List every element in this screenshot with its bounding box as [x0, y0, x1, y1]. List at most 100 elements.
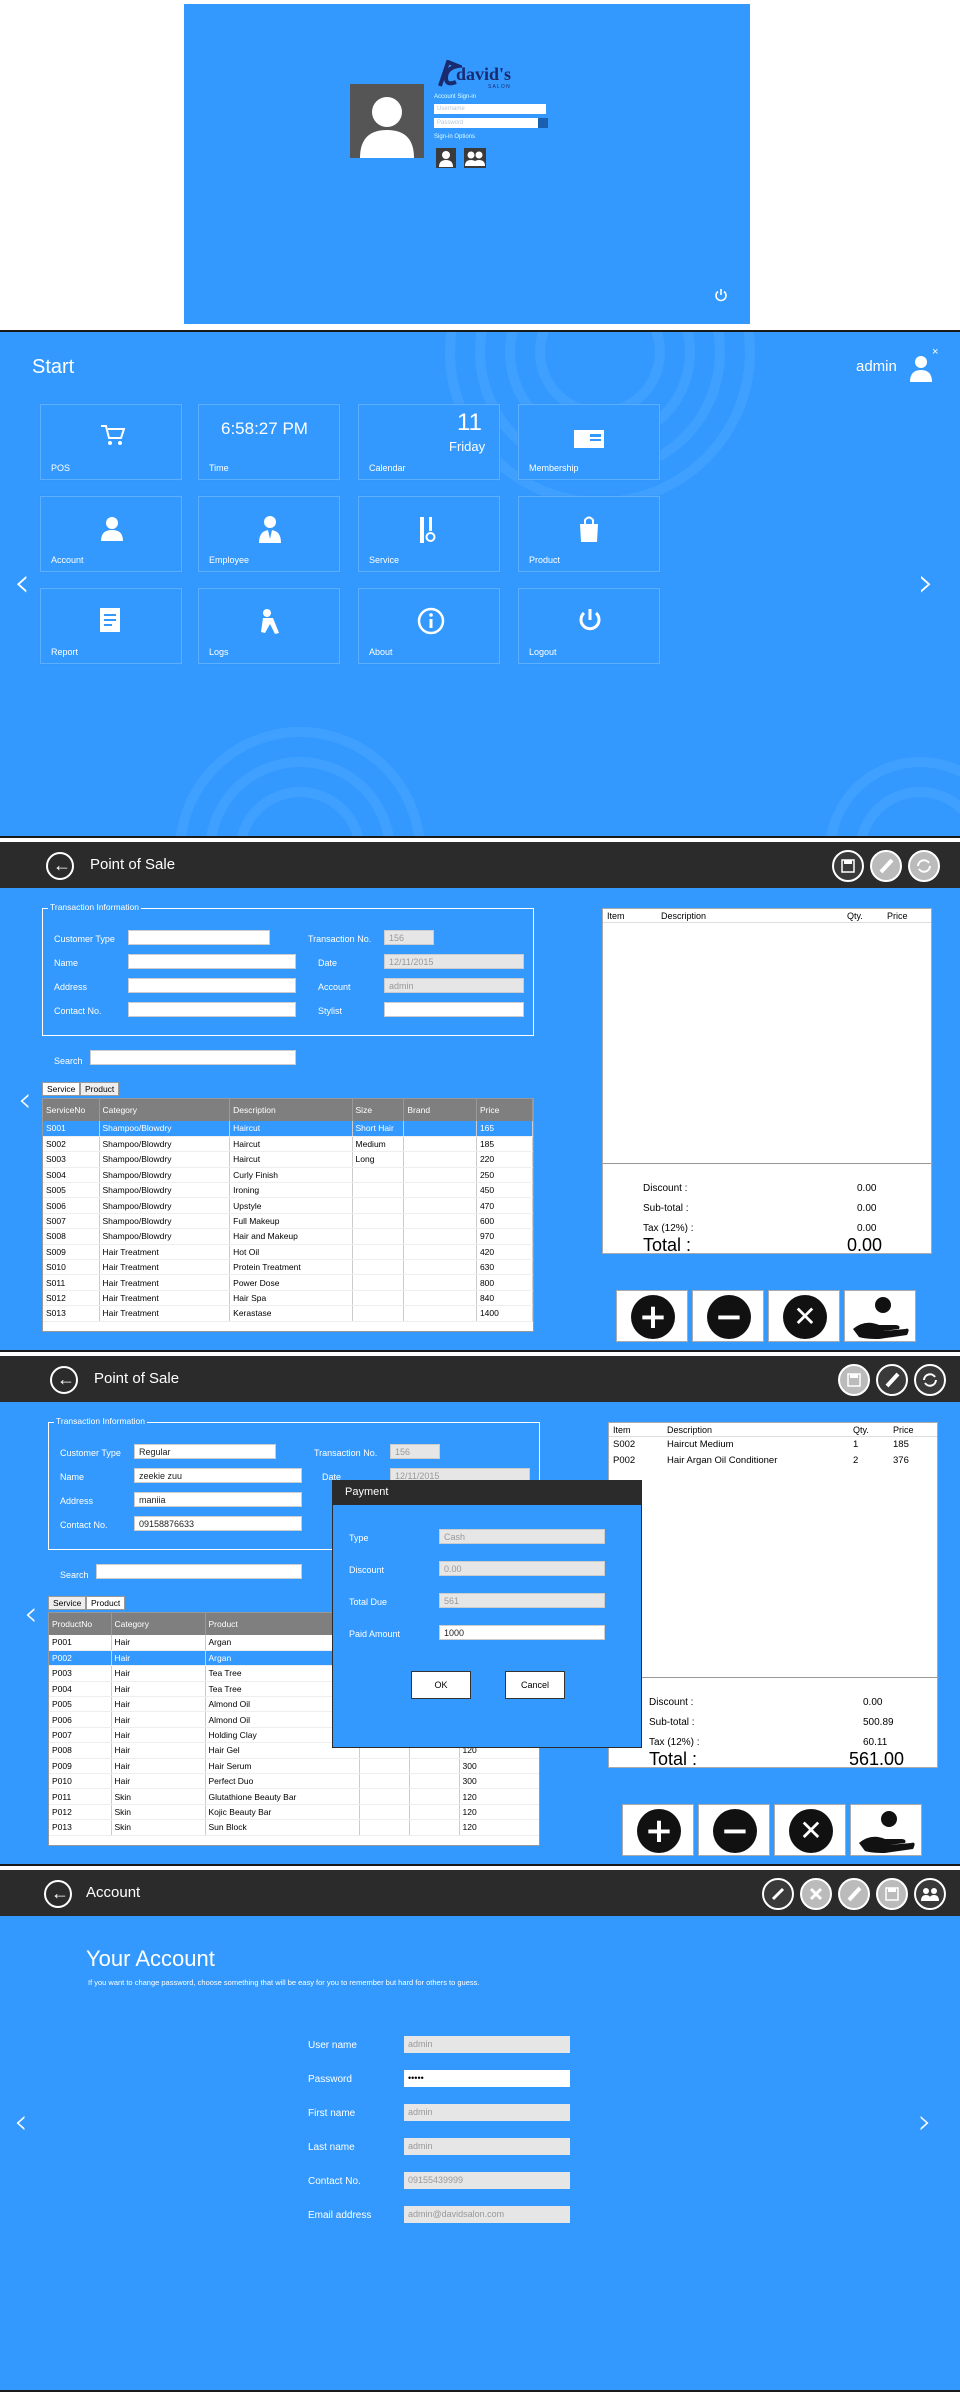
table-row[interactable]: S011 Hair Treatment Power Dose 800: [43, 1274, 533, 1291]
tab-service[interactable]: Service: [48, 1596, 87, 1610]
stylist-select[interactable]: [384, 1002, 524, 1017]
contact-input[interactable]: [128, 1002, 296, 1017]
prev-arrow[interactable]: ‹: [14, 560, 30, 606]
refresh-button[interactable]: [914, 1364, 946, 1396]
email-field[interactable]: admin@davidsalon.com: [404, 2206, 570, 2223]
prev-arrow[interactable]: ‹: [24, 1594, 38, 1634]
table-row[interactable]: P011 Skin Glutathione Beauty Bar 120: [49, 1788, 539, 1805]
remove-item-button[interactable]: −: [698, 1804, 770, 1856]
table-row[interactable]: P010 Hair Perfect Duo 300: [49, 1773, 539, 1790]
tile-logs[interactable]: Logs: [198, 588, 340, 664]
col-header[interactable]: Description: [229, 1099, 353, 1121]
ok-button[interactable]: OK: [411, 1671, 471, 1699]
next-arrow[interactable]: ›: [918, 560, 934, 606]
edit-button[interactable]: [762, 1878, 794, 1910]
name-input[interactable]: [128, 954, 296, 969]
tile-about[interactable]: About: [358, 588, 500, 664]
tab-product[interactable]: Product: [86, 1596, 126, 1610]
cancel-transaction-button[interactable]: ✕: [774, 1804, 846, 1856]
first-name-field[interactable]: admin: [404, 2104, 570, 2121]
tile-service[interactable]: Service: [358, 496, 500, 572]
paid-amount-input[interactable]: 1000: [439, 1625, 605, 1640]
table-row[interactable]: S003 Shampoo/Blowdry Haircut Long 220: [43, 1151, 533, 1168]
search-input[interactable]: [90, 1050, 296, 1065]
add-item-button[interactable]: +: [616, 1290, 688, 1342]
cancel-button[interactable]: Cancel: [505, 1671, 565, 1699]
close-icon[interactable]: ×: [932, 346, 938, 358]
back-button[interactable]: ←: [46, 852, 74, 880]
tile-calendar[interactable]: 11 Friday Calendar: [358, 404, 500, 480]
col-header[interactable]: Price: [476, 1099, 533, 1121]
cancel-transaction-button[interactable]: ✕: [768, 1290, 840, 1342]
contact-field[interactable]: 09155439999: [404, 2172, 570, 2189]
table-row[interactable]: S006 Shampoo/Blowdry Upstyle 470: [43, 1197, 533, 1214]
tile-membership[interactable]: Membership: [518, 404, 660, 480]
col-header[interactable]: ServiceNo: [43, 1099, 100, 1121]
password-field[interactable]: •••••: [404, 2070, 570, 2087]
table-cell: Hair Treatment: [99, 1290, 231, 1307]
customer-type-select[interactable]: [128, 930, 270, 945]
last-name-field[interactable]: admin: [404, 2138, 570, 2155]
table-row[interactable]: S013 Hair Treatment Kerastase 1400: [43, 1305, 533, 1322]
contact-input[interactable]: 09158876633: [134, 1516, 302, 1531]
username-field[interactable]: admin: [404, 2036, 570, 2053]
search-input[interactable]: [96, 1564, 302, 1579]
table-row[interactable]: S002 Shampoo/Blowdry Haircut Medium 185: [43, 1136, 533, 1153]
tile-time[interactable]: 6:58:27 PM Time: [198, 404, 340, 480]
prev-arrow[interactable]: ‹: [18, 1080, 32, 1120]
name-input[interactable]: zeekie zuu: [134, 1468, 302, 1483]
col-header[interactable]: Category: [111, 1613, 206, 1635]
table-row[interactable]: S001 Shampoo/Blowdry Haircut Short Hair 165: [43, 1121, 533, 1137]
table-row[interactable]: S004 Shampoo/Blowdry Curly Finish 250: [43, 1167, 533, 1184]
back-button[interactable]: ←: [50, 1366, 78, 1394]
col-header[interactable]: Category: [99, 1099, 231, 1121]
tile-logout[interactable]: Logout: [518, 588, 660, 664]
username-input[interactable]: Username: [434, 104, 546, 114]
single-user-button[interactable]: [436, 148, 456, 168]
back-button[interactable]: ←: [44, 1880, 72, 1908]
power-button[interactable]: [714, 288, 728, 302]
clear-button[interactable]: [870, 850, 902, 882]
table-row[interactable]: P013 Skin Sun Block 120: [49, 1819, 539, 1836]
tile-report[interactable]: Report: [40, 588, 182, 664]
col-header[interactable]: Size: [352, 1099, 405, 1121]
tab-service[interactable]: Service: [42, 1082, 81, 1096]
pay-button[interactable]: [844, 1290, 916, 1342]
table-row[interactable]: S008 Shampoo/Blowdry Hair and Makeup 970: [43, 1228, 533, 1245]
col-header[interactable]: ProductNo: [49, 1613, 112, 1635]
table-row[interactable]: S005 Shampoo/Blowdry Ironing 450: [43, 1182, 533, 1199]
table-row[interactable]: S007 Shampoo/Blowdry Full Makeup 600: [43, 1213, 533, 1230]
cart-row[interactable]: S002 Haircut Medium 1 185: [609, 1439, 939, 1453]
add-item-button[interactable]: +: [622, 1804, 694, 1856]
refresh-button[interactable]: [908, 850, 940, 882]
save-button[interactable]: [876, 1878, 908, 1910]
tile-employee[interactable]: Employee: [198, 496, 340, 572]
table-row[interactable]: S010 Hair Treatment Protein Treatment 630: [43, 1259, 533, 1276]
remove-item-button[interactable]: −: [692, 1290, 764, 1342]
multi-user-button[interactable]: [464, 148, 486, 168]
signin-arrow-button[interactable]: [538, 118, 548, 128]
col-header[interactable]: Brand: [403, 1099, 477, 1121]
table-row[interactable]: S012 Hair Treatment Hair Spa 840: [43, 1290, 533, 1307]
prev-arrow[interactable]: ‹: [14, 2102, 28, 2142]
next-arrow[interactable]: ›: [918, 2102, 932, 2142]
save-button[interactable]: [832, 850, 864, 882]
tile-pos[interactable]: POS: [40, 404, 182, 480]
users-button[interactable]: [914, 1878, 946, 1910]
tile-account[interactable]: Account: [40, 496, 182, 572]
pay-button[interactable]: [850, 1804, 922, 1856]
table-row[interactable]: P009 Hair Hair Serum 300: [49, 1758, 539, 1775]
clear-button[interactable]: [838, 1878, 870, 1910]
password-input[interactable]: Password: [434, 118, 546, 128]
address-input[interactable]: [128, 978, 296, 993]
table-row[interactable]: P012 Skin Kojic Beauty Bar 120: [49, 1804, 539, 1821]
clear-button[interactable]: [876, 1364, 908, 1396]
table-row[interactable]: S009 Hair Treatment Hot Oil 420: [43, 1244, 533, 1261]
cancel-button[interactable]: [800, 1878, 832, 1910]
tile-product[interactable]: Product: [518, 496, 660, 572]
address-input[interactable]: maniia: [134, 1492, 302, 1507]
cart-row[interactable]: P002 Hair Argan Oil Conditioner 2 376: [609, 1455, 939, 1469]
customer-type-select[interactable]: Regular: [134, 1444, 276, 1459]
tab-product[interactable]: Product: [80, 1082, 120, 1096]
save-button[interactable]: [838, 1364, 870, 1396]
